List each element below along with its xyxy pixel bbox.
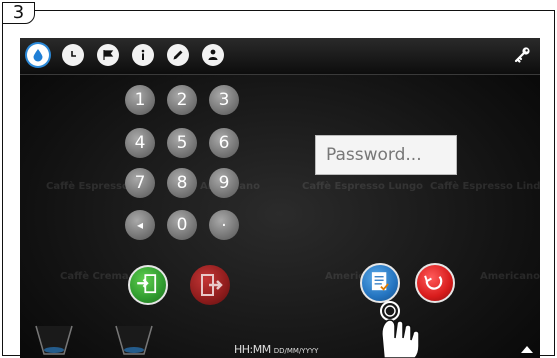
bg-drink-label: Americano xyxy=(480,271,540,282)
keypad-backspace-key[interactable]: ◂ xyxy=(125,210,155,240)
hand-pointer-icon xyxy=(380,301,420,358)
login-button[interactable] xyxy=(128,265,168,305)
top-toolbar xyxy=(20,38,540,75)
bg-drink-label: Caffè Espresso Lungo xyxy=(302,181,424,192)
water-drop-icon[interactable] xyxy=(27,44,49,66)
info-icon[interactable] xyxy=(132,44,154,66)
keypad-key[interactable]: 5 xyxy=(167,128,197,158)
keypad-key[interactable]: 1 xyxy=(125,85,155,115)
key-icon[interactable] xyxy=(512,45,532,65)
bg-drink-label: Caffè Crema xyxy=(60,271,129,282)
keypad-key[interactable]: 4 xyxy=(125,128,155,158)
date-format: DD/MM/YYYY xyxy=(273,347,319,355)
machine-screen: Caffè Espresso Americano Caffè Espresso … xyxy=(20,38,540,358)
time-date-format: HH:MM DD/MM/YYYY xyxy=(234,343,318,356)
keypad-decimal-key[interactable]: . xyxy=(209,210,239,240)
logout-button[interactable] xyxy=(190,265,230,305)
keypad-key[interactable]: 8 xyxy=(167,168,197,198)
logout-door-icon xyxy=(201,274,223,296)
login-door-icon xyxy=(137,274,157,294)
keypad-key[interactable]: 0 xyxy=(167,210,197,240)
flag-icon[interactable] xyxy=(97,44,119,66)
keypad-key[interactable]: 7 xyxy=(125,168,155,198)
keypad-key[interactable]: 9 xyxy=(209,168,239,198)
bg-drink-label: Caffè Espresso xyxy=(46,181,129,192)
keypad-key[interactable]: 2 xyxy=(167,85,197,115)
keypad-key[interactable]: 3 xyxy=(209,85,239,115)
bg-drink-label: Caffè Espresso Lindo xyxy=(430,181,540,192)
clock-icon[interactable] xyxy=(62,44,84,66)
step-number-badge: 3 xyxy=(2,2,35,24)
scroll-up-icon[interactable] xyxy=(520,344,534,354)
time-format: HH:MM xyxy=(234,343,271,356)
keypad-key[interactable]: 6 xyxy=(209,128,239,158)
pencil-icon[interactable] xyxy=(167,44,189,66)
password-field[interactable]: Password... xyxy=(315,135,457,175)
user-lock-icon[interactable] xyxy=(202,44,224,66)
